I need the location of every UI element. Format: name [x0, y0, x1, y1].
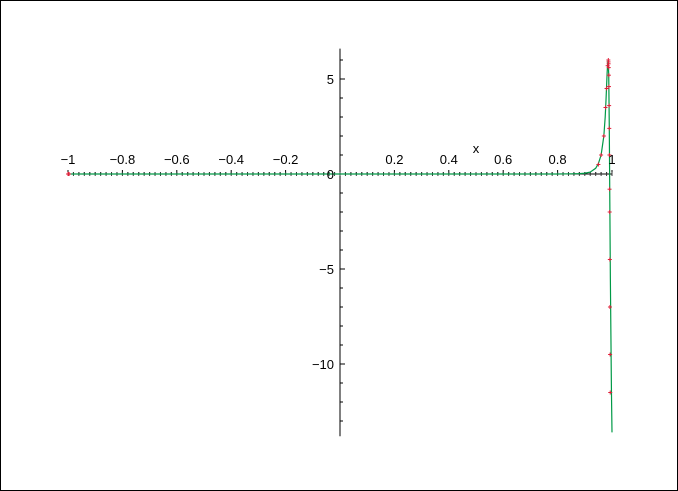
x-tick-label: −0.6 [164, 152, 190, 167]
x-tick-label: 0.6 [494, 152, 512, 167]
x-tick-label: −0.8 [110, 152, 136, 167]
series-point [607, 187, 612, 192]
series-point [607, 210, 612, 214]
series-point [607, 257, 612, 262]
series-point [607, 305, 612, 309]
series-point [607, 126, 612, 131]
series-point [599, 153, 604, 157]
series-point [607, 103, 612, 108]
x-tick-label: −0.4 [218, 152, 244, 167]
chart-svg: −1 −0.8 −0.6 −0.4 −0.2 0.2 0.4 0.6 0.8 1 −10 −5 0 5 x [61, 48, 616, 437]
x-tick-label: −0.2 [273, 152, 299, 167]
tick-labels: −1 −0.8 −0.6 −0.4 −0.2 0.2 0.4 0.6 0.8 1 −10 −5 0 5 [61, 72, 616, 372]
series-point [601, 134, 606, 138]
series-points-group [66, 58, 613, 395]
series-point [603, 105, 608, 110]
y-tick-label: 0 [327, 167, 334, 182]
y-tick-label: −5 [319, 262, 334, 277]
x-axis-label: x [473, 141, 480, 156]
y-tick-label: 5 [327, 72, 334, 87]
x-tick-label: 0.2 [385, 152, 403, 167]
x-tick-label: −1 [61, 152, 76, 167]
axes [67, 48, 613, 437]
y-tick-label: −10 [312, 357, 334, 372]
x-tick-label: 1 [608, 152, 615, 167]
x-tick-label: 0.8 [549, 152, 567, 167]
x-tick-label: 0.4 [440, 152, 458, 167]
